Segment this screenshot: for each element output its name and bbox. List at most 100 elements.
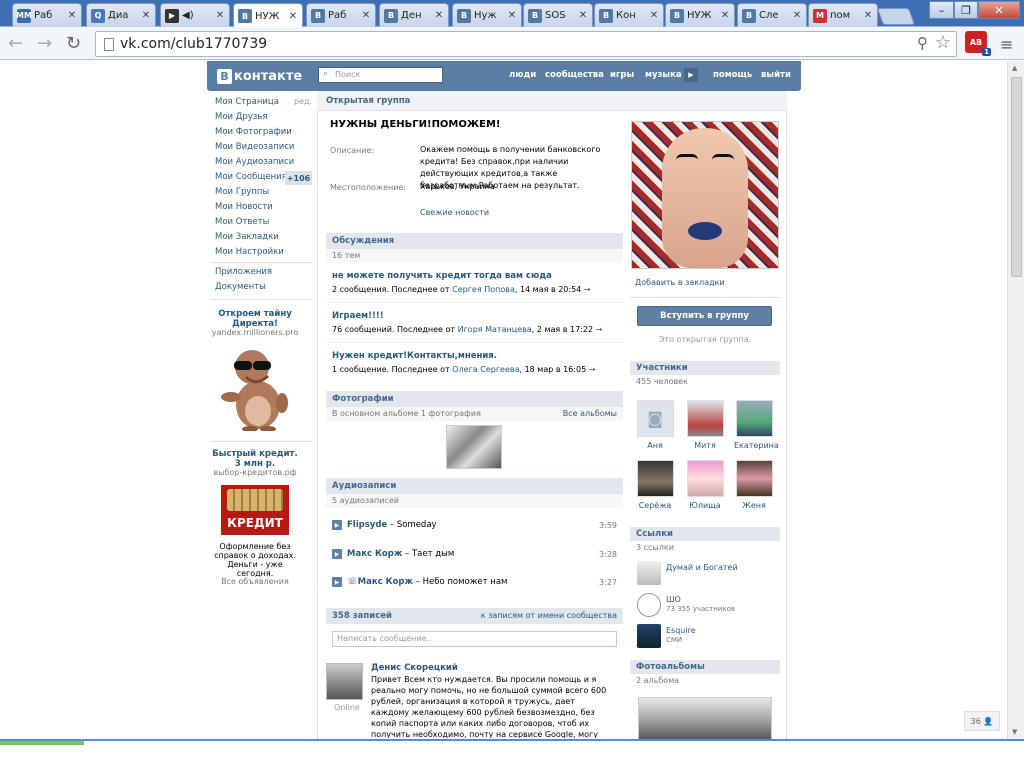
play-icon[interactable]: ▶ [332,549,342,559]
play-icon[interactable]: ▶ [332,520,342,530]
browser-tab[interactable]: Q Диа ✕ [86,3,156,27]
sidebar-item-settings[interactable]: Мои Настройки [215,247,284,257]
topic-title[interactable]: Играем!!!! [332,311,384,321]
bookmark-star-icon[interactable]: ☆ [935,32,951,53]
music-play-icon[interactable]: ▶ [684,68,698,82]
ad-domain[interactable]: yandex.millioners.pro [210,328,300,337]
member-name[interactable]: Екатерина [734,441,779,450]
topic-title[interactable]: Нужен кредит!Контакты,мнения. [332,351,497,361]
sidebar-item-news[interactable]: Мои Новости [215,202,273,212]
audio-track[interactable]: ▶ ☏Макс Корж – Небо поможет нам 3:27 [332,577,617,589]
messages-count-badge[interactable]: +106 [285,171,312,185]
wall-count[interactable]: 358 записей [332,611,392,621]
scrollbar-thumb[interactable] [1011,77,1022,277]
browser-tab[interactable]: B Кон ✕ [594,3,664,27]
post-author-link[interactable]: Денис Скорецкий [371,663,458,673]
member-name[interactable]: Аня [647,441,663,450]
browser-tab[interactable]: MM Раб ✕ [12,3,82,27]
community-posts-link[interactable]: к записям от имени сообщества [481,611,617,620]
browser-tab[interactable]: Mпом ✕ [808,3,878,27]
ad-title[interactable]: Откроем тайну Директа! [210,309,300,329]
topic-title[interactable]: не можете получить кредит тогда вам сюда [332,271,552,281]
sidebar-item-photos[interactable]: Мои Фотографии [215,127,292,137]
close-icon[interactable]: ✕ [506,10,518,21]
photo-thumbnail[interactable] [446,425,502,469]
sidebar-item-videos[interactable]: Мои Видеозаписи [215,142,294,152]
artist-name[interactable]: Макс Корж [347,549,402,559]
artist-name[interactable]: Flipsyde [347,520,387,530]
close-icon[interactable]: ✕ [66,10,78,21]
topic-author-link[interactable]: Сергея Попова [452,285,515,294]
member-name[interactable]: Серёжа [639,501,672,510]
link-title[interactable]: Думай и Богатей [666,563,738,572]
member[interactable]: Серёжа [635,460,675,510]
arrow-right-icon[interactable]: → [584,285,591,294]
audio-track[interactable]: ▶ Макс Корж – Тает дым 3:28 [332,549,617,561]
address-bar[interactable]: vk.com/club1770739 ⚲ ☆ [95,31,957,57]
nav-people[interactable]: люди [509,70,536,80]
browser-tab[interactable]: B Раб ✕ [306,3,376,27]
audio-header[interactable]: Аудиозаписи [326,478,623,494]
browser-tab[interactable]: B Нуж ✕ [452,3,522,27]
chat-counter-button[interactable]: 36 👤 [964,711,1000,731]
nav-music[interactable]: музыка [645,70,682,80]
sidebar-item-documents[interactable]: Документы [215,282,266,292]
photos-header[interactable]: Фотографии [326,391,623,407]
minimize-button[interactable]: – [929,1,954,19]
sidebar-item-my-page[interactable]: Моя Страница [215,97,279,107]
magnifier-icon[interactable]: ⚲ [917,34,928,52]
close-icon[interactable]: ✕ [360,10,372,21]
browser-tab[interactable]: B НУЖ ✕ [665,3,735,27]
fresh-news-link[interactable]: Свежие новости [420,207,620,219]
nav-help[interactable]: помощь [713,70,752,80]
close-window-button[interactable]: ✕ [978,1,1020,19]
ad-bird-image[interactable] [220,347,290,431]
nav-games[interactable]: игры [610,70,634,80]
topic-author-link[interactable]: Игоря Матанцева [458,325,532,334]
nav-logout[interactable]: выйти [761,70,791,80]
close-icon[interactable]: ✕ [214,10,226,21]
wall-post-input[interactable]: Написать сообщение.. [332,631,617,647]
member[interactable]: Юлища [685,460,725,510]
sidebar-item-groups[interactable]: Мои Группы [215,187,269,197]
edit-link[interactable]: ред. [294,97,312,106]
wrench-menu-icon[interactable]: ≡ [1000,35,1013,54]
reload-icon[interactable]: ↻ [66,33,81,54]
close-icon[interactable]: ✕ [433,10,445,21]
browser-tab[interactable]: B Ден ✕ [379,3,449,27]
track-artist[interactable]: ☏Макс Корж – Небо поможет нам [347,577,507,587]
member[interactable]: Екатерина [734,400,779,450]
browser-tab[interactable]: ▶ ◀) ✕ [160,3,230,27]
ad-credit-image[interactable]: КРЕДИТ [221,485,289,535]
arrow-right-icon[interactable]: → [596,325,603,334]
track-artist[interactable]: Макс Корж – Тает дым [347,549,454,559]
close-icon[interactable]: ✕ [648,10,660,21]
maximize-button[interactable]: ❐ [954,1,978,19]
all-albums-link[interactable]: Все альбомы [563,409,617,418]
close-icon[interactable]: ✕ [287,11,299,22]
links-header[interactable]: Ссылки [630,527,780,541]
browser-tab-active[interactable]: B НУЖ ✕ [233,3,303,28]
new-tab-button[interactable] [876,8,916,25]
link-title[interactable]: ШО [666,595,681,604]
forward-arrow-icon[interactable]: → [37,33,52,54]
close-icon[interactable]: ✕ [791,10,803,21]
vk-logo[interactable]: Вконтакте [217,67,302,85]
link-title[interactable]: Esquire [666,626,696,635]
search-input[interactable]: ⌕ Поиск [318,67,443,83]
play-icon[interactable]: ▶ [332,577,342,587]
scroll-up-icon[interactable]: ▲ [1012,64,1017,72]
member-name[interactable]: Митя [694,441,716,450]
audio-track[interactable]: ▶ Flipsyde – Someday 3:59 [332,520,617,532]
album-thumbnail[interactable] [638,697,772,739]
track-artist[interactable]: Flipsyde – Someday [347,520,437,530]
sidebar-item-audio[interactable]: Мои Аудиозаписи [215,157,294,167]
member[interactable]: ◙ Аня [635,400,675,450]
close-icon[interactable]: ✕ [140,10,152,21]
add-bookmark-link[interactable]: Добавить в закладки [635,278,725,287]
close-icon[interactable]: ✕ [862,10,874,21]
albums-header[interactable]: Фотоальбомы [630,660,780,674]
close-icon[interactable]: ✕ [719,10,731,21]
members-header[interactable]: Участники [630,361,780,375]
browser-tab[interactable]: B SOS ✕ [523,3,593,27]
